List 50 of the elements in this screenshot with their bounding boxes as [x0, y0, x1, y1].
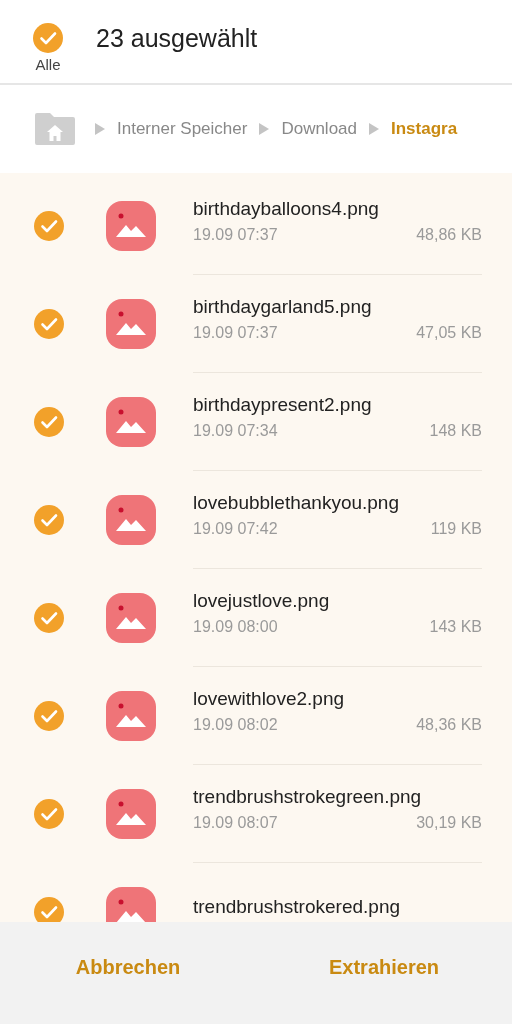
file-name: trendbrushstrokegreen.png: [193, 785, 423, 808]
checkbox[interactable]: [33, 22, 63, 53]
checkbox[interactable]: [34, 603, 64, 633]
checkbox[interactable]: [34, 211, 64, 241]
file-date: 19.09 07:34: [193, 421, 278, 440]
file-size: 119 KB: [430, 519, 482, 538]
file-date: 19.09 07:37: [193, 323, 278, 342]
file-size: 48,86 KB: [416, 225, 482, 244]
file-name: lovejustlove.png: [193, 589, 331, 612]
file-name: birthdayballoons4.png: [193, 197, 380, 220]
file-name: trendbrushstrokered.png: [193, 895, 401, 918]
image-file-icon: [106, 201, 156, 251]
checkbox[interactable]: [34, 309, 64, 339]
file-size: 48,36 KB: [416, 715, 482, 734]
image-file-icon: [106, 789, 156, 839]
file-date: 19.09 08:00: [193, 617, 278, 636]
file-date: 19.09 08:07: [193, 813, 278, 832]
file-name: lovewithlove2.png: [193, 687, 346, 710]
file-name: birthdaygarland5.png: [193, 295, 373, 318]
file-date: 19.09 07:37: [193, 225, 278, 244]
breadcrumb-item[interactable]: Instagra: [391, 119, 458, 139]
file-size: 143 KB: [429, 617, 482, 636]
file-size: 148 KB: [429, 421, 482, 440]
file-size: 47,05 KB: [416, 323, 482, 342]
checkbox[interactable]: [34, 799, 64, 829]
breadcrumb-item[interactable]: Interner Speicher: [117, 119, 248, 139]
home-folder-icon[interactable]: [33, 111, 77, 147]
cancel-button[interactable]: Abbrechen: [0, 922, 256, 1024]
checkbox[interactable]: [34, 505, 64, 535]
extract-button[interactable]: Extrahieren: [256, 922, 512, 1024]
image-file-icon: [106, 299, 156, 349]
checkbox[interactable]: [34, 701, 64, 731]
image-file-icon: [106, 397, 156, 447]
image-file-icon: [106, 887, 156, 922]
checkbox[interactable]: [34, 407, 64, 437]
checkbox[interactable]: [34, 897, 64, 922]
image-file-icon: [106, 593, 156, 643]
arrow-icon: [259, 123, 270, 135]
breadcrumb-item[interactable]: Download: [281, 119, 357, 139]
file-size: 30,19 KB: [416, 813, 482, 832]
selection-count: 23 ausgewählt: [96, 24, 258, 53]
file-date: 19.09 07:42: [193, 519, 278, 538]
file-date: 19.09 08:02: [193, 715, 278, 734]
file-name: birthdaypresent2.png: [193, 393, 373, 416]
file-name: lovebubblethankyou.png: [193, 491, 400, 514]
select-all-label: Alle: [35, 55, 61, 73]
image-file-icon: [106, 691, 156, 741]
arrow-icon: [369, 123, 379, 135]
image-file-icon: [106, 495, 156, 545]
arrow-icon: [95, 123, 105, 135]
